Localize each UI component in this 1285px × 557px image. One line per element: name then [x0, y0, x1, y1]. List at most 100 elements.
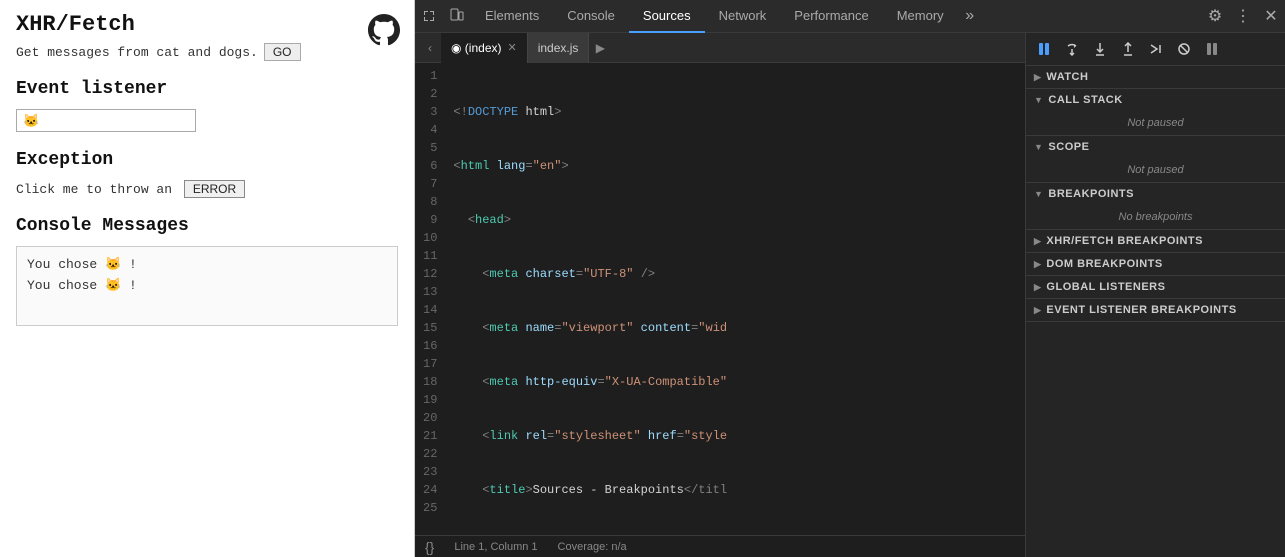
- call-stack-content: Not paused: [1026, 111, 1285, 135]
- file-tab-index[interactable]: ◉ (index) ✕: [441, 33, 528, 63]
- github-icon[interactable]: [368, 14, 400, 46]
- close-index-tab[interactable]: ✕: [507, 41, 516, 54]
- device-icon-btn[interactable]: [443, 0, 471, 33]
- step-into-btn[interactable]: [1088, 37, 1112, 61]
- tab-memory[interactable]: Memory: [883, 0, 958, 33]
- line-numbers: 1 2 3 4 5 6 7 8 9 10 11 12 13 14 15 16 1: [415, 63, 445, 535]
- xhr-fetch-title: XHR/Fetch: [16, 12, 398, 37]
- xhr-fetch-section: XHR/Fetch Get messages from cat and dogs…: [16, 12, 398, 61]
- tab-network[interactable]: Network: [705, 0, 781, 33]
- settings-btn[interactable]: ⚙: [1201, 0, 1229, 33]
- xhr-breakpoints-label: XHR/fetch Breakpoints: [1046, 235, 1203, 247]
- code-line-7: <link rel="stylesheet" href="style: [453, 427, 1017, 445]
- code-content[interactable]: <!DOCTYPE html> <html lang="en"> <head> …: [445, 63, 1025, 535]
- event-input[interactable]: [16, 109, 196, 132]
- watch-arrow-icon: ▶: [1034, 72, 1041, 83]
- scope-status: Not paused: [1127, 164, 1183, 176]
- dom-breakpoints-arrow-icon: ▶: [1034, 259, 1041, 270]
- call-stack-status: Not paused: [1127, 117, 1183, 129]
- scope-label: Scope: [1048, 141, 1089, 153]
- error-button[interactable]: ERROR: [184, 180, 245, 198]
- call-stack-header[interactable]: ▼ Call Stack: [1026, 89, 1285, 111]
- breakpoints-header[interactable]: ▼ Breakpoints: [1026, 183, 1285, 205]
- coverage-status: Coverage: n/a: [558, 541, 627, 553]
- deactivate-breakpoints-btn[interactable]: [1172, 37, 1196, 61]
- code-editor: ‹ ◉ (index) ✕ index.js ▶ 1 2 3 4 5: [415, 33, 1025, 557]
- dom-breakpoints-header[interactable]: ▶ DOM Breakpoints: [1026, 253, 1285, 275]
- console-messages-title: Console Messages: [16, 216, 398, 236]
- devtools-panel: Elements Console Sources Network Perform…: [415, 0, 1285, 557]
- file-tab-indexjs[interactable]: index.js: [528, 33, 590, 63]
- cursor-position: Line 1, Column 1: [454, 541, 537, 553]
- file-tab-indexjs-label: index.js: [538, 41, 579, 55]
- console-messages-section: Console Messages You chose 🐱 ! You chose…: [16, 216, 398, 326]
- inspect-icon-btn[interactable]: [415, 0, 443, 33]
- console-output: You chose 🐱 ! You chose 🐱 !: [16, 246, 398, 326]
- breakpoints-status: No breakpoints: [1119, 211, 1193, 223]
- console-text-2: You chose 🐱 !: [27, 276, 137, 297]
- xhr-breakpoints-arrow-icon: ▶: [1034, 236, 1041, 247]
- watch-section: ▶ Watch: [1026, 66, 1285, 89]
- call-stack-label: Call Stack: [1048, 94, 1122, 106]
- watch-label: Watch: [1046, 71, 1088, 83]
- menu-btn[interactable]: ⋮: [1229, 0, 1257, 33]
- code-line-5: <meta name="viewport" content="wid: [453, 319, 1017, 337]
- go-button[interactable]: GO: [264, 43, 301, 61]
- exception-title: Exception: [16, 150, 398, 170]
- step-out-btn[interactable]: [1116, 37, 1140, 61]
- tab-elements[interactable]: Elements: [471, 0, 553, 33]
- debugger-toolbar: [1026, 33, 1285, 66]
- console-line-2: You chose 🐱 !: [27, 276, 387, 297]
- breakpoints-arrow-icon: ▼: [1034, 189, 1043, 199]
- pause-resume-btn[interactable]: [1032, 37, 1056, 61]
- call-stack-arrow-icon: ▼: [1034, 95, 1043, 105]
- code-body: 1 2 3 4 5 6 7 8 9 10 11 12 13 14 15 16 1: [415, 63, 1025, 535]
- console-line-1: You chose 🐱 !: [27, 255, 387, 276]
- left-panel: XHR/Fetch Get messages from cat and dogs…: [0, 0, 415, 557]
- prev-file-btn[interactable]: ‹: [419, 33, 441, 63]
- scope-arrow-icon: ▼: [1034, 142, 1043, 152]
- scope-header[interactable]: ▼ Scope: [1026, 136, 1285, 158]
- debugger-panel: ▶ Watch ▼ Call Stack Not paused ▼ Scope: [1025, 33, 1285, 557]
- breakpoints-label: Breakpoints: [1048, 188, 1134, 200]
- xhr-breakpoints-section: ▶ XHR/fetch Breakpoints: [1026, 230, 1285, 253]
- event-listener-breakpoints-header[interactable]: ▶ Event Listener Breakpoints: [1026, 299, 1285, 321]
- exception-section: Exception Click me to throw an ERROR: [16, 150, 398, 198]
- tab-console[interactable]: Console: [553, 0, 629, 33]
- file-tab-index-label: ◉ (index): [451, 41, 501, 55]
- tab-performance[interactable]: Performance: [780, 0, 882, 33]
- code-line-8: <title>Sources - Breakpoints</titl: [453, 481, 1017, 499]
- code-line-1: <!DOCTYPE html>: [453, 103, 1017, 121]
- event-listener-breakpoints-arrow-icon: ▶: [1034, 305, 1041, 316]
- format-icon[interactable]: {}: [425, 539, 434, 555]
- sources-content: ‹ ◉ (index) ✕ index.js ▶ 1 2 3 4 5: [415, 33, 1285, 557]
- breakpoints-section: ▼ Breakpoints No breakpoints: [1026, 183, 1285, 230]
- event-listener-breakpoints-label: Event Listener Breakpoints: [1046, 304, 1236, 316]
- more-tabs-btn[interactable]: »: [958, 0, 982, 33]
- breakpoints-content: No breakpoints: [1026, 205, 1285, 229]
- global-listeners-header[interactable]: ▶ Global Listeners: [1026, 276, 1285, 298]
- exception-text: Click me to throw an: [16, 182, 172, 197]
- console-text-1: You chose 🐱 !: [27, 255, 137, 276]
- tab-sources[interactable]: Sources: [629, 0, 705, 33]
- event-listener-title: Event listener: [16, 79, 398, 99]
- xhr-desc: Get messages from cat and dogs. GO: [16, 43, 398, 61]
- next-file-btn[interactable]: ▶: [589, 33, 611, 63]
- exception-desc: Click me to throw an ERROR: [16, 180, 398, 198]
- dom-breakpoints-label: DOM Breakpoints: [1046, 258, 1162, 270]
- code-line-4: <meta charset="UTF-8" />: [453, 265, 1017, 283]
- devtools-topbar: Elements Console Sources Network Perform…: [415, 0, 1285, 33]
- close-devtools-btn[interactable]: ✕: [1257, 0, 1285, 33]
- global-listeners-section: ▶ Global Listeners: [1026, 276, 1285, 299]
- watch-header[interactable]: ▶ Watch: [1026, 66, 1285, 88]
- step-over-btn[interactable]: [1060, 37, 1084, 61]
- scope-content: Not paused: [1026, 158, 1285, 182]
- xhr-breakpoints-header[interactable]: ▶ XHR/fetch Breakpoints: [1026, 230, 1285, 252]
- event-listener-breakpoints-section: ▶ Event Listener Breakpoints: [1026, 299, 1285, 322]
- pause-on-exceptions-btn[interactable]: [1200, 37, 1224, 61]
- code-line-3: <head>: [453, 211, 1017, 229]
- file-tabs-bar: ‹ ◉ (index) ✕ index.js ▶: [415, 33, 1025, 63]
- global-listeners-label: Global Listeners: [1046, 281, 1165, 293]
- step-btn[interactable]: [1144, 37, 1168, 61]
- xhr-desc-text: Get messages from cat and dogs.: [16, 45, 258, 60]
